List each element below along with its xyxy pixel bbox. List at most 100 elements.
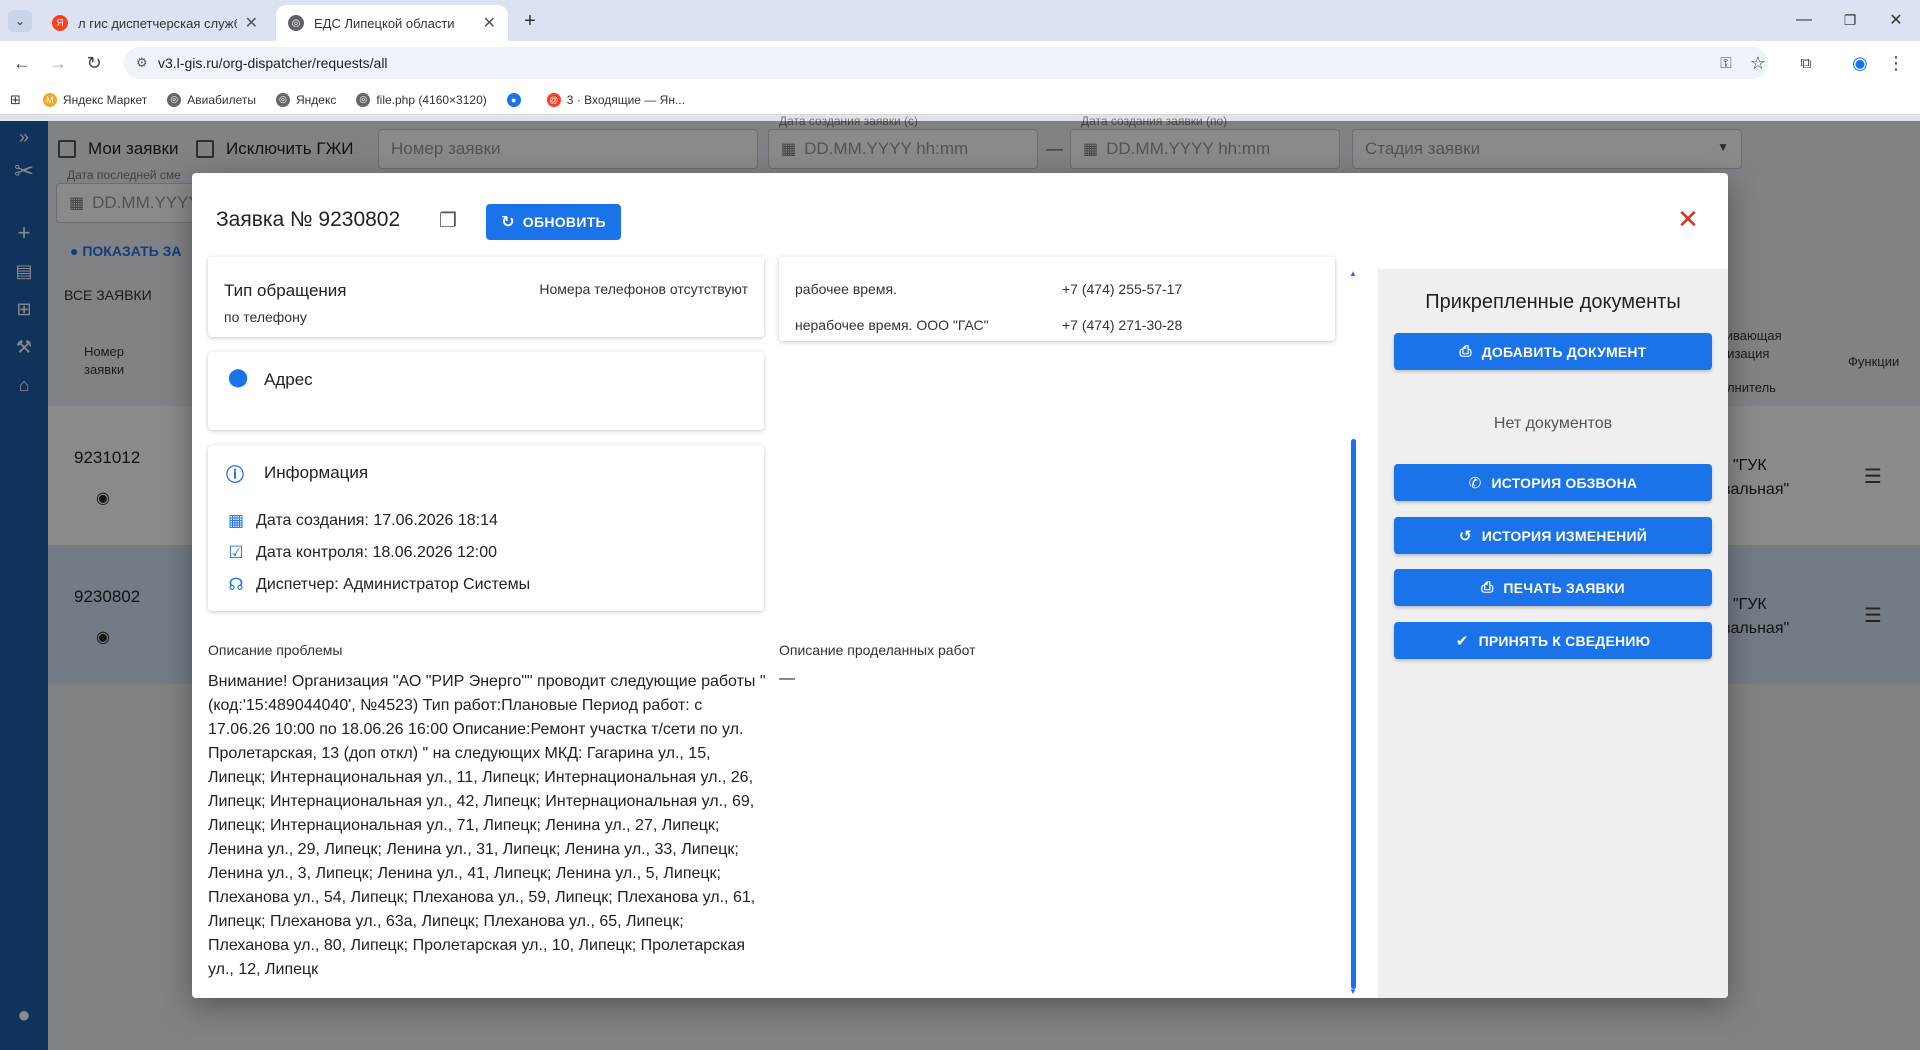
browser-tab-1[interactable]: Я л гис диспетчерская служба — ✕ xyxy=(40,5,270,41)
scrollbar[interactable]: ▲ ▼ xyxy=(1348,269,1358,998)
history-icon: ↺ xyxy=(1459,527,1472,545)
info-card: ⓘ Информация ▦ Дата создания: 17.06.2026 … xyxy=(208,445,764,611)
dialog-header: Заявка № 9230802 ❐ ↻ ОБНОВИТЬ ✕ xyxy=(192,173,1728,267)
browser-tab-2[interactable]: ◎ ЕДС Липецкой области ✕ xyxy=(276,5,508,41)
address-card: ⬤ Адрес xyxy=(208,352,764,430)
button-label: ИСТОРИЯ ОБЗВОНА xyxy=(1491,474,1638,491)
close-tab-icon[interactable]: ✕ xyxy=(483,13,496,33)
control-text: Дата контроля: 18.06.2026 12:00 xyxy=(256,544,498,561)
created-text: Дата создания: 17.06.2026 18:14 xyxy=(256,512,498,529)
dispatcher-line: ☊ Диспетчер: Администратор Системы xyxy=(226,575,530,595)
close-window-icon[interactable]: ✕ xyxy=(1882,8,1910,32)
phone-call-icon: ✆ xyxy=(1468,474,1482,492)
attached-docs-panel: Прикрепленные документы ⎙ ДОБАВИТЬ ДОКУМЕ… xyxy=(1378,269,1728,998)
minimize-icon[interactable]: — xyxy=(1790,8,1818,32)
info-icon: ⓘ xyxy=(226,465,244,485)
globe-icon: ◎ xyxy=(167,92,182,107)
restore-icon[interactable]: ❐ xyxy=(1836,8,1864,32)
bookmark-file-php[interactable]: ◎ file.php (4160×3120) xyxy=(356,92,487,107)
contact-label: рабочее время. xyxy=(795,281,897,297)
dialog-title: Заявка № 9230802 xyxy=(216,208,401,231)
request-type-title: Тип обращения xyxy=(224,281,347,300)
contacts-card: рабочее время. +7 (474) 255-57-17 нерабо… xyxy=(779,257,1335,341)
globe-icon: ◎ xyxy=(288,15,304,31)
bookmark-yandex[interactable]: ◎ Яндекс xyxy=(275,92,337,107)
close-dialog-icon[interactable]: ✕ xyxy=(1672,203,1704,235)
address-bar[interactable]: ⚙ v3.l-gis.ru/org-dispatcher/requests/al… xyxy=(124,47,1768,79)
forward-icon[interactable]: → xyxy=(46,51,70,75)
bookmark-label: file.php (4160×3120) xyxy=(376,92,487,107)
call-history-button[interactable]: ✆ ИСТОРИЯ ОБЗВОНА xyxy=(1394,464,1712,501)
refresh-icon: ↻ xyxy=(501,214,515,231)
request-dialog: Заявка № 9230802 ❐ ↻ ОБНОВИТЬ ✕ Тип обращ… xyxy=(192,173,1728,998)
dialog-scroll-area[interactable]: Тип обращения по телефону Номера телефон… xyxy=(192,257,1358,998)
reload-icon[interactable]: ↻ xyxy=(82,51,106,75)
location-pin-icon: ⬤ xyxy=(228,367,249,387)
menu-dots-icon[interactable]: ⋮ xyxy=(1884,51,1908,75)
contact-phone[interactable]: +7 (474) 271-30-28 xyxy=(1062,317,1182,333)
docs-title: Прикрепленные документы xyxy=(1425,291,1681,313)
bookmark-aviabilety[interactable]: ◎ Авиабилеты xyxy=(167,92,256,107)
bookmarks-bar: ⊞ М Яндекс Маркет ◎ Авиабилеты ◎ Яндекс ◎ fi… xyxy=(0,85,1920,115)
close-tab-icon[interactable]: ✕ xyxy=(245,13,258,33)
bookmark-blue[interactable]: ● xyxy=(506,92,527,107)
request-type-value: по телефону xyxy=(224,309,307,325)
tab-search-icon[interactable]: ⌄ xyxy=(8,10,32,32)
yandex-icon: Я xyxy=(52,15,68,31)
created-line: ▦ Дата создания: 17.06.2026 18:14 xyxy=(226,511,498,531)
star-icon[interactable]: ☆ xyxy=(1746,51,1770,75)
button-label: ПРИНЯТЬ К СВЕДЕНИЮ xyxy=(1478,632,1651,649)
print-request-button[interactable]: ⎙ ПЕЧАТЬ ЗАЯВКИ xyxy=(1394,569,1712,606)
dispatcher-text: Диспетчер: Администратор Системы xyxy=(256,576,531,593)
apps-grid-icon[interactable]: ⊞ xyxy=(10,92,21,108)
browser-tab-bar: ⌄ Я л гис диспетчерская служба — ✕ ◎ ЕДС… xyxy=(0,0,1920,41)
contact-label: нерабочее время. ООО "ГАС" xyxy=(795,317,989,333)
work-done-value: — xyxy=(779,670,795,687)
globe-icon: ◎ xyxy=(275,92,290,107)
refresh-button[interactable]: ↻ ОБНОВИТЬ xyxy=(486,204,621,240)
calendar-edit-icon: ▦ xyxy=(227,511,245,530)
back-icon[interactable]: ← xyxy=(10,51,34,75)
password-key-icon[interactable]: ⚿ xyxy=(1714,51,1738,75)
button-label: ДОБАВИТЬ ДОКУМЕНТ xyxy=(1481,343,1647,360)
problem-title: Описание проблемы xyxy=(208,642,343,658)
extensions-icon[interactable]: ⧉ xyxy=(1794,51,1818,75)
button-label: ИСТОРИЯ ИЗМЕНЕНИЙ xyxy=(1481,527,1647,544)
globe-icon: ◎ xyxy=(356,92,371,107)
tab-title: л гис диспетчерская служба — xyxy=(78,15,237,31)
info-title: Информация xyxy=(264,463,369,482)
printer-icon: ⎙ xyxy=(1481,579,1494,596)
address-title: Адрес xyxy=(264,370,313,389)
control-line: ☑ Дата контроля: 18.06.2026 12:00 xyxy=(226,543,497,563)
bookmark-mail[interactable]: @3 · Входящие — Ян... xyxy=(546,92,685,107)
profile-icon[interactable]: ◉ xyxy=(1848,51,1872,75)
bookmark-label: 3 · Входящие — Ян... xyxy=(566,92,685,107)
scroll-up-arrow[interactable]: ▲ xyxy=(1349,269,1357,278)
work-done-title: Описание проделанных работ xyxy=(779,642,976,658)
url-text: v3.l-gis.ru/org-dispatcher/requests/all xyxy=(158,55,388,71)
bookmark-label: Авиабилеты xyxy=(187,92,256,107)
no-documents-text: Нет документов xyxy=(1493,415,1613,432)
request-type-card: Тип обращения по телефону Номера телефон… xyxy=(208,257,764,337)
scroll-down-arrow[interactable]: ▼ xyxy=(1349,987,1357,996)
tab-title: ЕДС Липецкой области xyxy=(314,15,455,31)
new-tab-icon[interactable]: + xyxy=(518,10,542,32)
phones-note: Номера телефонов отсутствуют xyxy=(539,281,748,297)
site-info-icon[interactable]: ⚙ xyxy=(136,55,148,71)
market-icon: М xyxy=(42,92,57,107)
add-document-button[interactable]: ⎙ ДОБАВИТЬ ДОКУМЕНТ xyxy=(1394,333,1712,370)
button-label: ОБНОВИТЬ xyxy=(522,214,606,230)
change-history-button[interactable]: ↺ ИСТОРИЯ ИЗМЕНЕНИЙ xyxy=(1394,517,1712,554)
contact-phone[interactable]: +7 (474) 255-57-17 xyxy=(1062,281,1182,297)
bookmark-label: Яндекс xyxy=(295,92,337,107)
browser-toolbar: ← → ↻ ⚙ v3.l-gis.ru/org-dispatcher/reque… xyxy=(0,41,1920,85)
bookmark-yandex-market[interactable]: М Яндекс Маркет xyxy=(42,92,147,107)
accept-info-button[interactable]: ✔ ПРИНЯТЬ К СВЕДЕНИЮ xyxy=(1394,622,1712,659)
copy-icon[interactable]: ❐ xyxy=(434,206,462,234)
blue-dot-icon: ● xyxy=(506,92,521,107)
calendar-check-icon: ☑ xyxy=(228,543,244,562)
button-label: ПЕЧАТЬ ЗАЯВКИ xyxy=(1503,579,1625,596)
headset-icon: ☊ xyxy=(228,575,244,594)
file-upload-icon: ⎙ xyxy=(1459,343,1472,360)
scrollbar-thumb[interactable] xyxy=(1351,439,1356,989)
